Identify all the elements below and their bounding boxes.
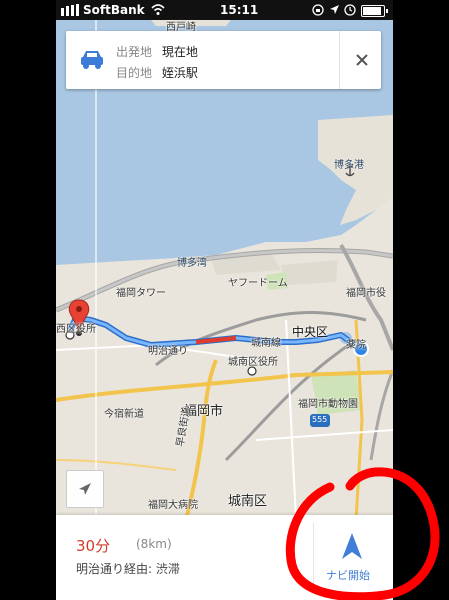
origin-row[interactable]: 出発地 現在地	[116, 43, 198, 60]
route-shield-label: 555	[312, 415, 328, 424]
carrier-name: SoftBank	[83, 3, 145, 17]
map-label: 中央区	[292, 325, 329, 339]
battery-level	[363, 7, 381, 15]
map-label: ヤフードーム	[228, 278, 288, 289]
start-navigation-button[interactable]: ナビ開始	[316, 523, 386, 593]
destination-label: 目的地	[116, 66, 153, 80]
map-label: 城南線	[251, 338, 281, 349]
destination-row[interactable]: 目的地 姪浜駅	[116, 64, 198, 81]
map-label: 明治通り	[148, 346, 188, 357]
origin-value[interactable]: 現在地	[162, 45, 198, 59]
route-via: 明治通り経由: 渋滞	[76, 562, 180, 576]
map-label: 福岡タワー	[116, 288, 166, 299]
map-label: 博多港	[334, 160, 364, 171]
map-canvas[interactable]	[56, 20, 393, 520]
signal-bar	[76, 4, 79, 16]
close-icon	[355, 54, 368, 66]
wifi-icon	[151, 4, 165, 15]
status-time: 15:11	[220, 3, 259, 17]
divider	[313, 523, 314, 593]
map-label: 城南区役所	[228, 357, 278, 368]
signal-bar	[71, 5, 74, 16]
status-bar: SoftBank 15:11	[56, 0, 393, 20]
divider	[339, 31, 340, 89]
route-summary-panel[interactable]: 30分 (8km) 明治通り経由: 渋滞 ナビ開始	[56, 515, 393, 600]
route-distance: (8km)	[136, 537, 172, 551]
rotation-lock-icon	[312, 4, 324, 16]
map-label: 西区役所	[56, 324, 96, 335]
alarm-icon	[344, 4, 356, 16]
origin-label: 出発地	[116, 45, 153, 59]
map-label: 薬院	[346, 340, 366, 351]
signal-bar	[61, 8, 64, 16]
location-arrow-icon	[79, 483, 91, 495]
close-button[interactable]	[342, 31, 381, 89]
map-label: 福岡市役	[346, 288, 386, 299]
destination-value[interactable]: 姪浜駅	[162, 66, 198, 80]
map-label: 城南区	[228, 494, 268, 509]
map-label: 博多湾	[177, 258, 207, 269]
map-label: 福岡市動物園	[298, 399, 358, 410]
battery-icon	[361, 5, 388, 17]
navigation-arrow-icon	[342, 533, 362, 559]
car-icon	[81, 51, 103, 69]
start-navigation-label: ナビ開始	[326, 569, 370, 582]
map-label: 福岡大病院	[148, 500, 198, 511]
my-location-button[interactable]	[66, 470, 104, 508]
map-label: 今宿新道	[104, 409, 144, 420]
map-view[interactable]: 西戸崎 博多港 博多湾 福岡タワー ヤフードーム 福岡市役 西区役所 明治通り …	[56, 20, 393, 520]
route-duration: 30分	[76, 537, 111, 555]
route-card[interactable]: 出発地 現在地 目的地 姪浜駅	[66, 31, 381, 89]
phone-screen: SoftBank 15:11 西戸崎 博多港 博多湾 福岡タワー ヤフードーム …	[56, 0, 393, 600]
location-arrow-icon	[330, 5, 339, 14]
signal-bar	[66, 6, 69, 16]
